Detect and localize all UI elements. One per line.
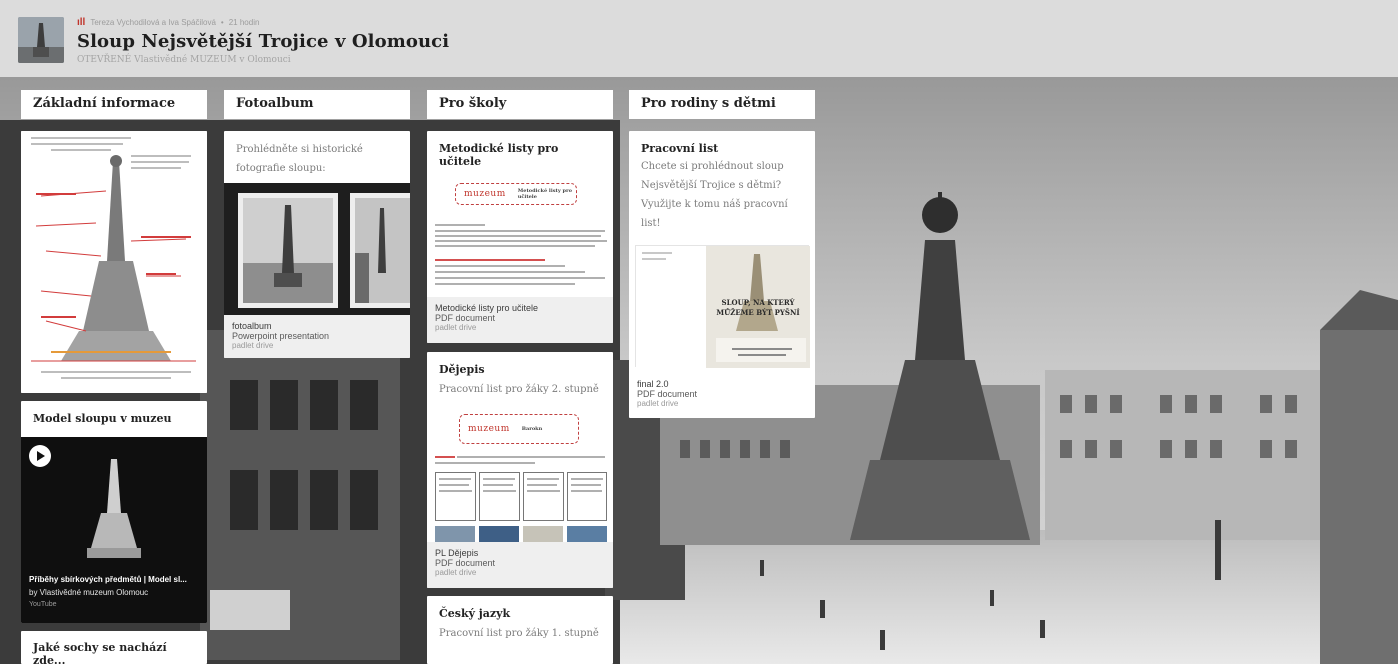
column-header-fotoalbum[interactable]: Fotoalbum [224,90,410,119]
card-model-sloupu[interactable]: Model sloupu v muzeu Příběhy sbírkových … [21,401,207,623]
document-preview[interactable]: SLOUP, NA KTERÝ MŮŽEME BÝT PYŠNÍ [635,245,810,368]
meta-authors: Tereza Vychodilová a Iva Spáčilová [90,18,216,27]
card-pracovni-list[interactable]: Pracovní list Chcete si prohlédnout slou… [629,131,815,418]
card-jake-sochy[interactable]: Jaké sochy se nachází zde... [21,631,207,664]
attachment-source: padlet drive [232,341,274,350]
attachment-type: PDF document [435,558,496,568]
attachment-type: PDF document [637,389,698,399]
attachment-info[interactable]: PL Dějepis PDF document padlet drive [427,542,613,588]
card-dejepis[interactable]: Dějepis Pracovní list pro žáky 2. stupně… [427,352,613,588]
worksheet-images [435,526,607,542]
column-header-pro-rodiny[interactable]: Pro rodiny s dětmi [629,90,815,119]
column-diagram-image [21,131,207,393]
card-text: Pracovní list pro žáky 1. stupně [439,628,599,639]
photo-frame [350,193,410,308]
column-header-pro-skoly[interactable]: Pro školy [427,90,613,119]
attachment-info[interactable]: final 2.0 PDF document padlet drive [629,375,815,418]
card-text: Chcete si prohlédnout sloup Nejsvětější … [641,161,788,229]
photo-frame [238,193,338,308]
museum-logo-icon: ıll [77,17,86,28]
attachment-info[interactable]: fotoalbum Powerpoint presentation padlet… [224,315,410,358]
video-title: Příběhy sbírkových předmětů | Model sl..… [29,575,187,584]
video-source: YouTube [29,601,57,608]
attachment-type: PDF document [435,313,496,323]
muzeum-logo-box: muzeum Metodické listy pro učitele [455,183,577,205]
presentation-preview[interactable] [224,183,410,315]
card-column-diagram[interactable] [21,131,207,393]
model-thumbnail [87,459,141,558]
card-title: Český jazyk [439,607,511,620]
card-title: Model sloupu v muzeu [33,412,172,425]
meta-time: 21 hodin [228,18,260,27]
muzeum-logo-box: muzeum Barokn [459,414,579,444]
card-cesky-jazyk[interactable]: Český jazyk Pracovní list pro žáky 1. st… [427,596,613,664]
card-fotoalbum[interactable]: Prohlédněte si historické fotografie slo… [224,131,410,358]
card-text: Pracovní list pro žáky 2. stupně [439,384,599,395]
column-header-zakladni-informace[interactable]: Základní informace [21,90,207,119]
card-title: Jaké sochy se nachází zde... [33,641,167,664]
attachment-name: fotoalbum [232,321,272,331]
padlet-header: ıll Tereza Vychodilová a Iva Spáčilová •… [0,0,1398,77]
worksheet-cover-headline: SLOUP, NA KTERÝ MŮŽEME BÝT PYŠNÍ [716,298,800,317]
attachment-info[interactable]: Metodické listy pro učitele PDF document… [427,297,613,343]
padlet-thumbnail[interactable] [18,17,64,63]
card-text: Prohlédněte si historické fotografie slo… [236,144,363,174]
attachment-name: Metodické listy pro učitele [435,303,539,313]
card-title: Pracovní list [641,142,719,155]
play-icon[interactable] [29,445,51,467]
card-metodicke-listy[interactable]: Metodické listy pro učitele muzeum Metod… [427,131,613,343]
muzeum-word: muzeum [468,424,510,434]
attachment-name: PL Dějepis [435,548,479,558]
youtube-embed[interactable]: Příběhy sbírkových předmětů | Model sl..… [21,437,207,623]
attachment-source: padlet drive [637,399,679,408]
meta-separator: • [220,18,224,27]
attachment-source: padlet drive [435,323,477,332]
attachment-source: padlet drive [435,568,477,577]
document-preview[interactable]: muzeum Metodické listy pro učitele [427,167,613,297]
page-subtitle: OTEVŘENÉ Vlastivědné MUZEUM v Olomouci [77,55,291,65]
post-meta: ıll Tereza Vychodilová a Iva Spáčilová •… [77,17,259,28]
card-title: Metodické listy pro učitele [439,142,559,168]
card-title: Dějepis [439,363,485,376]
document-heading: Barokn [521,426,543,432]
document-preview[interactable]: muzeum Barokn [427,408,613,542]
attachment-type: Powerpoint presentation [232,331,330,341]
page-title: Sloup Nejsvětější Trojice v Olomouci [77,31,450,52]
worksheet-table [435,472,607,521]
muzeum-word: muzeum [464,189,506,199]
document-heading: Metodické listy pro učitele [517,188,572,200]
attachment-name: final 2.0 [637,379,669,389]
video-author: by Vlastivědné muzeum Olomouc [29,588,149,597]
